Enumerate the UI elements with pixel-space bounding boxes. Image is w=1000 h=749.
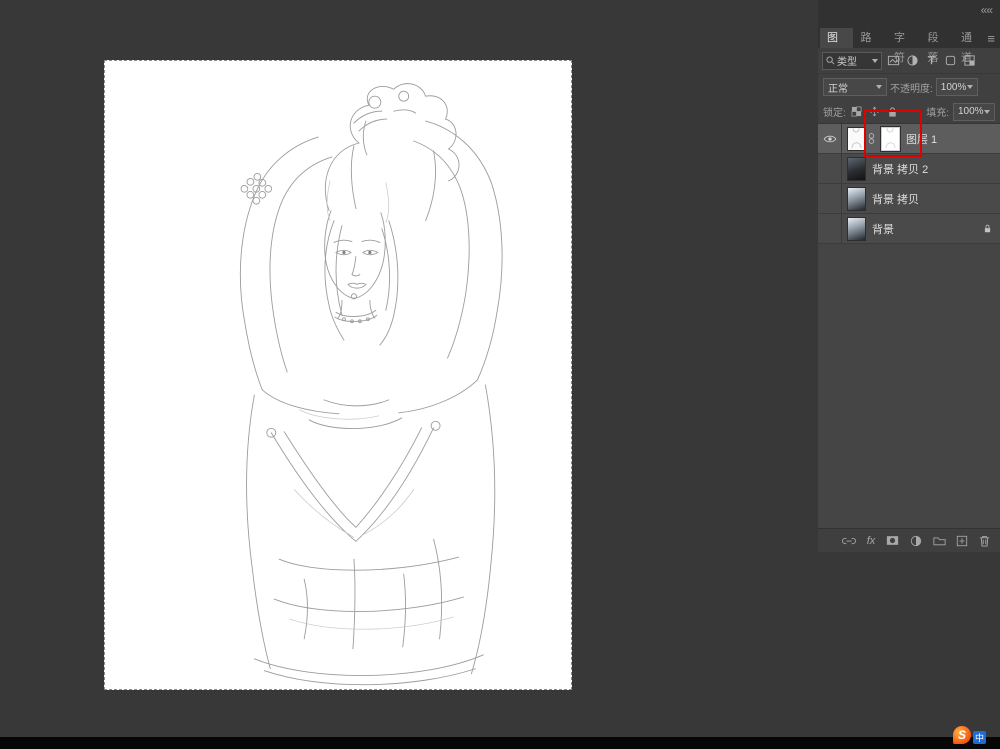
background-lock-icon — [983, 223, 992, 234]
visibility-toggle[interactable] — [818, 154, 842, 183]
blend-mode-select[interactable]: 正常 — [823, 78, 887, 96]
panel-menu-icon[interactable]: ≡ — [987, 31, 1000, 48]
new-group-button[interactable] — [933, 535, 946, 546]
layer-row-bg-copy[interactable]: 背景 拷贝 — [818, 184, 1000, 214]
fill-label: 填充: — [926, 104, 949, 119]
layer-style-button[interactable]: fx — [867, 535, 876, 547]
delete-layer-button[interactable] — [979, 535, 990, 547]
eye-icon — [823, 134, 837, 144]
search-icon — [826, 56, 835, 65]
panel-tab-bar: 图层 路径 字符 段落 通道 ≡ — [818, 26, 1000, 48]
layer-thumbnail[interactable] — [847, 187, 866, 211]
filter-type-layer-icon[interactable] — [923, 53, 939, 69]
filter-smart-object-icon[interactable] — [961, 53, 977, 69]
visibility-toggle[interactable] — [818, 124, 842, 153]
tab-paths[interactable]: 路径 — [853, 28, 886, 48]
filter-type-dropdown[interactable]: 类型 — [822, 52, 882, 70]
filter-pixel-layer-icon[interactable] — [885, 53, 901, 69]
blend-mode-value: 正常 — [828, 80, 876, 95]
filter-shape-layer-icon[interactable] — [942, 53, 958, 69]
document-canvas[interactable] — [104, 60, 572, 690]
ime-chinese-mode-icon[interactable]: 中 — [973, 731, 986, 744]
blend-mode-row: 正常 不透明度: 100% — [818, 74, 1000, 100]
add-mask-button[interactable] — [886, 535, 899, 546]
tab-paragraph[interactable]: 段落 — [920, 28, 953, 48]
adjustment-layer-button[interactable] — [910, 535, 922, 547]
new-layer-button[interactable] — [956, 535, 968, 547]
collapse-panel-icon[interactable]: «« — [981, 3, 992, 17]
fill-input[interactable]: 100% — [953, 103, 995, 121]
lock-transparency-icon[interactable] — [850, 105, 864, 119]
visibility-toggle[interactable] — [818, 184, 842, 213]
layers-list: 图层 1 背景 拷贝 2 背景 拷贝 背景 — [818, 124, 1000, 528]
link-layers-button[interactable] — [842, 537, 856, 545]
chevron-down-icon — [984, 110, 990, 114]
layer-name: 背景 拷贝 — [872, 191, 919, 207]
tab-character[interactable]: 字符 — [887, 28, 920, 48]
chevron-down-icon — [876, 85, 882, 89]
opacity-input[interactable]: 100% — [936, 78, 978, 96]
layer-row-background[interactable]: 背景 — [818, 214, 1000, 244]
sogou-ime-icon[interactable]: S 中 — [953, 726, 986, 744]
layer-thumbnail[interactable] — [847, 157, 866, 181]
layer-name: 背景 — [872, 221, 894, 237]
filter-type-label: 类型 — [837, 53, 870, 68]
layer-thumbnail[interactable] — [847, 217, 866, 241]
layers-panel: «« 图层 路径 字符 段落 通道 ≡ 类型 — [818, 0, 1000, 552]
chevron-down-icon — [872, 59, 878, 63]
layers-footer-toolbar: fx — [818, 528, 1000, 552]
opacity-value: 100% — [941, 82, 967, 93]
layers-empty-area — [818, 244, 1000, 528]
panel-top-strip: «« — [818, 0, 1000, 26]
layer-filter-row: 类型 — [818, 48, 1000, 74]
highlight-annotation — [864, 110, 922, 157]
layer-name: 背景 拷贝 2 — [872, 161, 928, 177]
photoshop-workspace: «« 图层 路径 字符 段落 通道 ≡ 类型 — [0, 0, 1000, 749]
layer-row-bg-copy-2[interactable]: 背景 拷贝 2 — [818, 154, 1000, 184]
fill-value: 100% — [958, 106, 984, 117]
opacity-label: 不透明度: — [890, 80, 933, 95]
taskbar — [0, 737, 1000, 749]
lock-label: 锁定: — [823, 104, 846, 119]
visibility-toggle[interactable] — [818, 214, 842, 243]
filter-adjustment-layer-icon[interactable] — [904, 53, 920, 69]
tab-channels[interactable]: 通道 — [954, 28, 987, 48]
chevron-down-icon — [967, 85, 973, 89]
tab-layers[interactable]: 图层 — [820, 28, 853, 48]
sogou-logo-icon[interactable]: S — [953, 726, 971, 744]
sketch-image — [105, 61, 571, 689]
